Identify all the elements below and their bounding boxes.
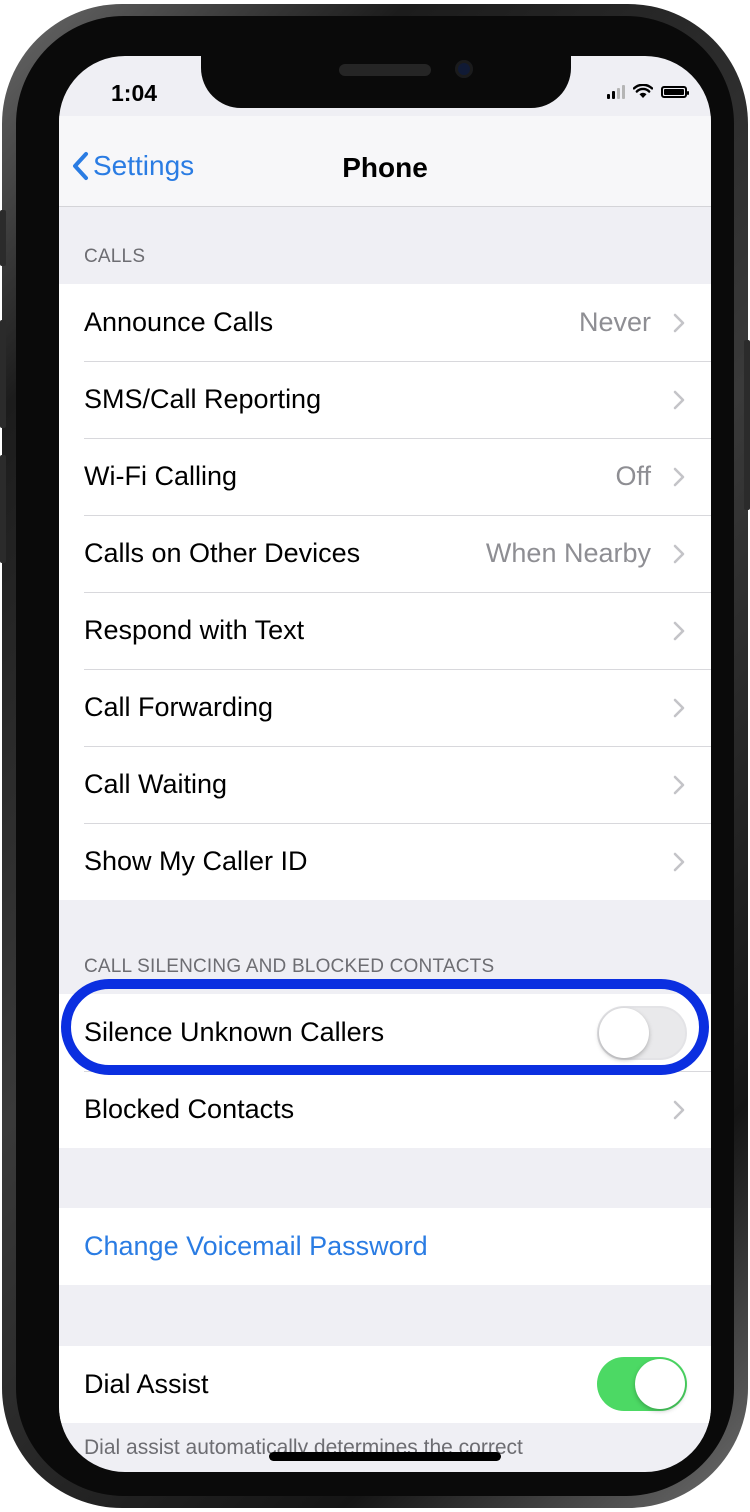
volume-down-button xyxy=(0,455,6,563)
row-value: Off xyxy=(615,461,651,491)
row-label: Wi-Fi Calling xyxy=(84,461,238,491)
chevron-right-icon xyxy=(673,544,685,564)
dial-assist-group: Dial Assist xyxy=(59,1346,711,1423)
row-blocked-contacts[interactable]: Blocked Contacts xyxy=(59,1071,711,1148)
row-label: Dial Assist xyxy=(84,1369,209,1399)
row-value: When Nearby xyxy=(485,538,651,568)
row-label: Call Forwarding xyxy=(84,692,274,722)
chevron-right-icon xyxy=(673,852,685,872)
chevron-right-icon xyxy=(673,621,685,641)
battery-icon xyxy=(661,85,689,98)
silence-unknown-callers-toggle[interactable] xyxy=(597,1006,687,1060)
row-wifi-calling[interactable]: Wi-Fi Calling Off xyxy=(59,438,711,515)
chevron-right-icon xyxy=(673,467,685,487)
dial-assist-toggle[interactable] xyxy=(597,1357,687,1411)
navigation-bar: Settings Phone xyxy=(59,116,711,207)
phone-screen: 1:04 Settings Phone CALLS Announce Calls… xyxy=(59,56,711,1472)
side-button xyxy=(744,340,750,510)
calls-group: Announce Calls Never SMS/Call Reporting … xyxy=(59,284,711,900)
section-header-call-silencing: CALL SILENCING AND BLOCKED CONTACTS xyxy=(84,956,495,977)
chevron-right-icon xyxy=(673,775,685,795)
row-label: Call Waiting xyxy=(84,769,228,799)
row-show-my-caller-id[interactable]: Show My Caller ID xyxy=(59,823,711,900)
row-call-waiting[interactable]: Call Waiting xyxy=(59,746,711,823)
row-label: Change Voicemail Password xyxy=(84,1231,428,1261)
row-label: Show My Caller ID xyxy=(84,846,308,876)
row-label: Calls on Other Devices xyxy=(84,538,361,568)
wifi-icon xyxy=(633,84,653,98)
row-respond-with-text[interactable]: Respond with Text xyxy=(59,592,711,669)
chevron-right-icon xyxy=(673,1100,685,1120)
call-silencing-group: Silence Unknown Callers Blocked Contacts xyxy=(59,994,711,1148)
row-calls-on-other-devices[interactable]: Calls on Other Devices When Nearby xyxy=(59,515,711,592)
row-call-forwarding[interactable]: Call Forwarding xyxy=(59,669,711,746)
status-icons xyxy=(607,84,689,99)
voicemail-group: Change Voicemail Password xyxy=(59,1208,711,1285)
chevron-right-icon xyxy=(673,390,685,410)
row-announce-calls[interactable]: Announce Calls Never xyxy=(59,284,711,361)
chevron-right-icon xyxy=(673,313,685,333)
section-header-calls: CALLS xyxy=(84,246,146,267)
row-label: Blocked Contacts xyxy=(84,1094,295,1124)
page-title: Phone xyxy=(342,152,428,183)
home-indicator[interactable] xyxy=(269,1452,501,1461)
cellular-signal-icon xyxy=(607,84,625,99)
chevron-right-icon xyxy=(673,698,685,718)
row-label: Silence Unknown Callers xyxy=(84,1017,385,1047)
volume-up-button xyxy=(0,320,6,428)
row-label: Announce Calls xyxy=(84,307,274,337)
row-dial-assist: Dial Assist xyxy=(59,1346,711,1423)
row-value: Never xyxy=(578,307,651,337)
status-time: 1:04 xyxy=(111,80,158,106)
mute-switch xyxy=(0,210,6,266)
row-label: SMS/Call Reporting xyxy=(84,384,322,414)
notch xyxy=(201,56,571,108)
row-sms-call-reporting[interactable]: SMS/Call Reporting xyxy=(59,361,711,438)
speaker-grille xyxy=(339,64,431,76)
toggle-knob xyxy=(599,1008,649,1058)
front-camera xyxy=(455,60,473,78)
row-label: Respond with Text xyxy=(84,615,305,645)
toggle-knob xyxy=(635,1359,685,1409)
row-silence-unknown-callers: Silence Unknown Callers xyxy=(59,994,711,1071)
change-voicemail-password-button[interactable]: Change Voicemail Password xyxy=(59,1208,711,1285)
